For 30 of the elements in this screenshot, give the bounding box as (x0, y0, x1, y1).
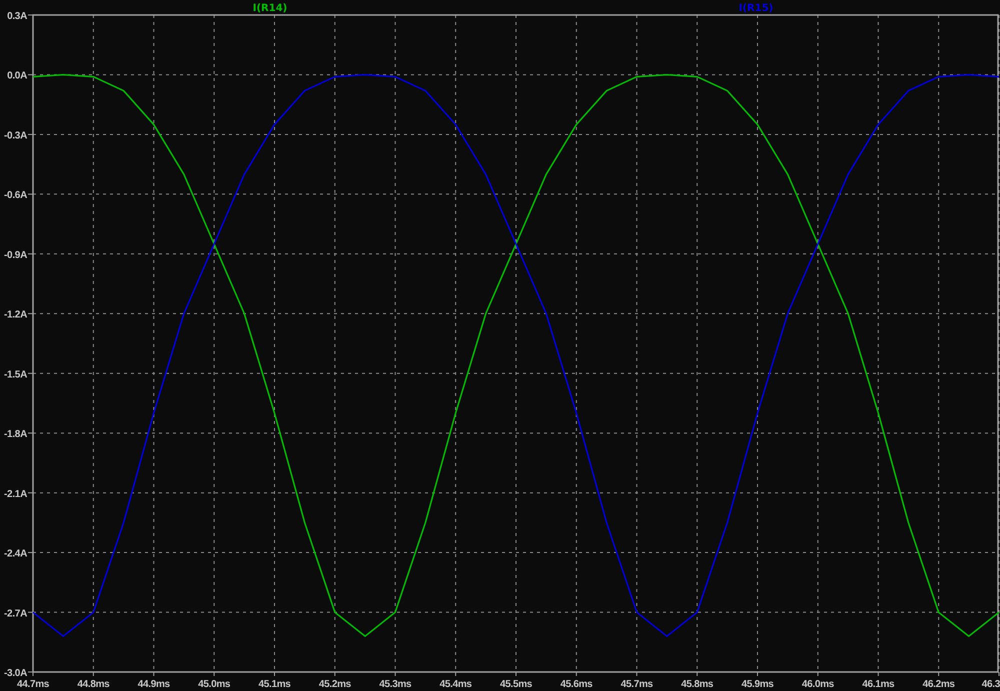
x-tick-label: 45.5ms (500, 679, 532, 690)
x-tick-label: 45.6ms (560, 679, 592, 690)
y-tick-label: -2.4A (4, 548, 27, 560)
x-tick-label: 46.2ms (922, 679, 955, 690)
y-tick-label: -0.3A (4, 130, 27, 142)
y-tick-label: -1.5A (4, 369, 27, 380)
y-tick-label: -2.1A (4, 488, 27, 500)
y-tick-label: -1.2A (4, 310, 27, 321)
x-tick-label: 45.7ms (620, 679, 653, 690)
x-tick-label: 45.9ms (741, 679, 774, 690)
x-tick-label: 45.2ms (318, 679, 351, 690)
x-tick-label: 44.8ms (77, 679, 110, 690)
x-tick-label: 45.4ms (440, 679, 472, 690)
x-tick-label: 44.7ms (16, 679, 50, 690)
x-tick-label: 45.1ms (258, 679, 291, 690)
y-tick-label: 0.3A (7, 11, 27, 22)
y-tick-label: -0.6A (4, 190, 27, 202)
x-tick-label: 44.9ms (138, 679, 170, 690)
x-tick-label: 46.0ms (802, 679, 834, 690)
x-tick-label: 45.3ms (379, 679, 412, 690)
x-tick-label: 45.8ms (681, 679, 714, 690)
x-tick-label: 46.1ms (862, 679, 894, 690)
trace-label[interactable]: I(R14) (252, 3, 288, 14)
x-tick-label: 45.0ms (198, 679, 230, 690)
y-tick-label: -3.0A (4, 668, 27, 679)
y-tick-label: -1.8A (4, 429, 27, 440)
y-tick-label: 0.0A (7, 70, 27, 82)
y-tick-label: -0.9A (4, 250, 27, 261)
x-tick-label: 46.3 (982, 679, 1000, 690)
y-tick-label: -2.7A (4, 608, 27, 620)
